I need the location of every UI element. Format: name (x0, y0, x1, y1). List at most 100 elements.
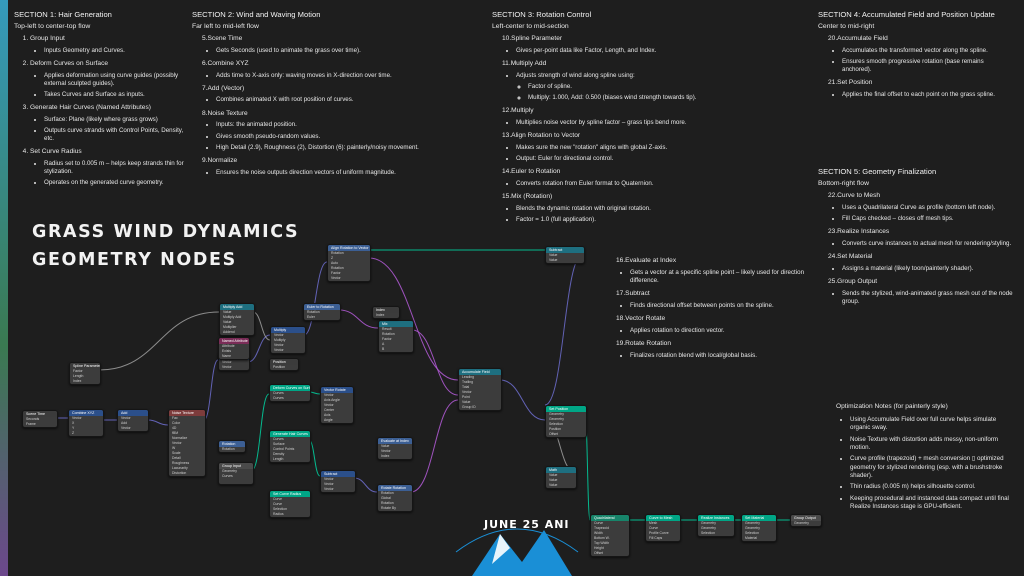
bullet: Combines animated X with root position o… (216, 96, 462, 104)
node-socket-label: Value (549, 483, 558, 487)
node-euler-rot[interactable]: Euler to Rotation Rotation Euler (303, 303, 341, 321)
section5-list: 22.Curve to Mesh Uses a Quadrilateral Cur… (818, 192, 1014, 306)
node-rotate-rot[interactable]: Rotate Rotation Rotation Global Rotation Rot… (377, 484, 413, 512)
section3b-list: 16.Evaluate at Index Gets a vector at a s… (606, 257, 806, 360)
node-small-d[interactable]: Math Value Value Value (545, 466, 577, 489)
node-realize[interactable]: Realize Instances Geometry Geometry Selecti… (697, 514, 735, 537)
node-multiply-add[interactable]: Multiply Add Value Multiply Add Value Multip… (219, 303, 255, 336)
item-bullets: Inputs: the animated position. Gives smoo… (202, 121, 462, 152)
item-bullets: Ensures the noise outputs direction vect… (202, 169, 462, 177)
node-small-e[interactable]: Rotation Rotation (218, 440, 246, 453)
node-socket-label: Angle (324, 418, 333, 422)
node-noise-tex[interactable]: Noise Texture Fac Color 4D fBM Normalize Vecto… (168, 409, 206, 477)
node-mix-rot[interactable]: Mix Result Rotation Factor A B (378, 320, 414, 353)
item-number: 10. (502, 34, 512, 42)
node-deform-curves[interactable]: Deform Curves on SurfaceCurvesCurves (269, 384, 311, 402)
bullet: Gets a vector at a specific spline point… (630, 269, 806, 285)
node-subtract[interactable]: Subtract Vector Vector Vector (320, 470, 356, 493)
title-line-2: GEOMETRY NODES (32, 250, 237, 270)
title-line-1: GRASS WIND DYNAMICS (32, 222, 300, 242)
node-small-b[interactable]: Index Index (372, 306, 400, 319)
item-number: 25. (828, 277, 838, 285)
optimization-bullet: Noise Texture with distortion adds messy… (850, 436, 1014, 453)
node-group-output[interactable]: Group Output Geometry (790, 514, 822, 527)
section5-heading: SECTION 5: Geometry Finalization (818, 167, 937, 176)
section5-sub: Bottom-right flow (818, 180, 869, 188)
section1-notes: SECTION 1: Hair Generation Top-left to c… (14, 10, 190, 193)
node-combine-xyz[interactable]: Combine XYZ Vector X Y Z (68, 409, 104, 437)
item-bullets: Gives per-point data like Factor, Length… (502, 47, 742, 55)
section2-item-heading: 8.Noise Texture (202, 110, 462, 119)
section1-item: Set Curve RadiusRadius set to 0.005 m – … (30, 148, 190, 187)
node-socket-label: Length (273, 457, 284, 461)
bullet: Applies deformation using curve guides (… (44, 72, 190, 88)
node-align-rot[interactable]: Align Rotation to Vector Rotation Z Auto Rot… (327, 244, 371, 282)
node-set-radius[interactable]: Set Curve Radius Curve Curve Selection Radiu… (269, 490, 311, 518)
node-curve-to-mesh[interactable]: Curve to Mesh Mesh Curve Profile Curve Fill … (645, 514, 681, 542)
item-bullets: Converts rotation from Euler format to Q… (502, 180, 742, 188)
node-link (410, 399, 459, 493)
item-label: Euler to Rotation (511, 168, 561, 176)
node-link (353, 477, 378, 493)
bullet: Makes sure the new "rotation" aligns wit… (516, 144, 742, 152)
node-set-material[interactable]: Set Material Geometry Geometry Selection Mat… (741, 514, 777, 542)
node-eval-index[interactable]: Evaluate at Index Value Vector Index (377, 437, 413, 460)
node-small-a[interactable]: Position Position (269, 358, 299, 371)
section4-heading: SECTION 4: Accumulated Field and Positio… (818, 10, 995, 19)
node-socket-label (219, 479, 253, 484)
node-multiply[interactable]: Multiply Vector Multiply Vector Vector (270, 326, 306, 354)
optimization-bullet: Keeping procedural and instanced data co… (850, 495, 1014, 512)
section5-item: 23.Realize Instances Converts curve insta… (828, 228, 1014, 248)
section3-item-heading: 12.Multiply (502, 107, 742, 116)
bullet: High Detail (2.9), Roughness (2), Distor… (216, 144, 462, 152)
node-accumulate[interactable]: Accumulate Field Leading Trailing Total Vect… (458, 368, 502, 411)
bullet: Outputs curve strands with Control Point… (44, 127, 190, 143)
node-socket-label: Curves (273, 396, 284, 400)
item-label: Align Rotation to Vector (511, 132, 581, 140)
section2-item-heading: 9.Normalize (202, 157, 462, 166)
optimization-bullet: Thin radius (0.005 m) helps silhouette c… (850, 483, 1014, 491)
node-group-input[interactable]: Group Input Geometry Curves (218, 462, 254, 485)
node-socket-label: Geometry (794, 521, 809, 525)
section2-item-heading: 7.Add (Vector) (202, 85, 462, 94)
node-add-vec[interactable]: Add Vector Add Vector (117, 409, 149, 432)
node-vector-rotate[interactable]: Vector Rotate Vector Axis Angle Vector Cente… (320, 386, 354, 424)
section1-bullets: Radius set to 0.005 m – helps keep stran… (30, 160, 190, 188)
item-bullets: Uses a Quadrilateral Curve as profile (b… (828, 204, 1014, 223)
section5-notes: SECTION 5: Geometry Finalization Bottom-… (818, 167, 1014, 311)
node-gen-hair[interactable]: Generate Hair Curves Curves Surface Control… (269, 430, 311, 463)
item-label: Normalize (207, 156, 238, 164)
section1-item: Generate Hair Curves (Named Attributes)S… (30, 104, 190, 143)
node-set-position[interactable]: Set Position Geometry Geometry Selection Pos… (545, 405, 587, 438)
item-label: Multiply Add (510, 59, 547, 67)
item-bullets: Gets Seconds (used to animate the grass … (202, 47, 462, 55)
item-number: 24. (828, 252, 838, 260)
bullet: Gives smooth pseudo-random values. (216, 133, 462, 141)
item-label: Noise Texture (207, 109, 248, 117)
section1-sub: Top-left to center-top flow (14, 23, 91, 31)
item-label: Spline Parameter (511, 34, 563, 42)
item-label: Mix (Rotation) (511, 193, 553, 200)
bullet: Converts rotation from Euler format to Q… (516, 180, 742, 188)
section5-item: 24.Set Material Assigns a material (likel… (828, 253, 1014, 273)
item-label: Curve to Mesh (837, 191, 881, 199)
section2-heading: SECTION 2: Wind and Waving Motion (192, 10, 321, 19)
item-label: Evaluate at Index (625, 257, 677, 264)
node-quadrilateral[interactable]: Quadrilateral Curve Trapezoid Width Bottom W… (590, 514, 630, 557)
node-editor-canvas[interactable]: Scene Time Seconds Frame Combine XYZ Vector X… (0, 0, 1024, 576)
node-small-f[interactable]: Named Attribute Attribute Exists Name (218, 337, 250, 360)
section3b-item: 16.Evaluate at Index Gets a vector at a s… (616, 257, 806, 285)
bullet: Radius set to 0.005 m – helps keep stran… (44, 160, 190, 176)
bullet: Gets Seconds (used to animate the grass … (216, 47, 462, 55)
studio-logo: JUNE 25 ANI (452, 512, 582, 576)
node-link (499, 379, 546, 421)
section3b-item: 19.Rotate Rotation Finalizes rotation ble… (616, 340, 806, 360)
section3-item-heading: 11.Multiply Add (502, 60, 742, 69)
bullet: Uses a Quadrilateral Curve as profile (b… (842, 204, 1014, 212)
section3-item: 14.Euler to Rotation Converts rotation fr… (502, 168, 742, 188)
node-scene-time[interactable]: Scene Time Seconds Frame (22, 410, 58, 428)
section4-notes: SECTION 4: Accumulated Field and Positio… (818, 10, 1014, 104)
node-small-c[interactable]: Subtract Value Value (545, 246, 585, 264)
node-spline-param[interactable]: Spline Parameter Factor Length Index (69, 362, 101, 385)
item-number: 16. (616, 257, 626, 264)
